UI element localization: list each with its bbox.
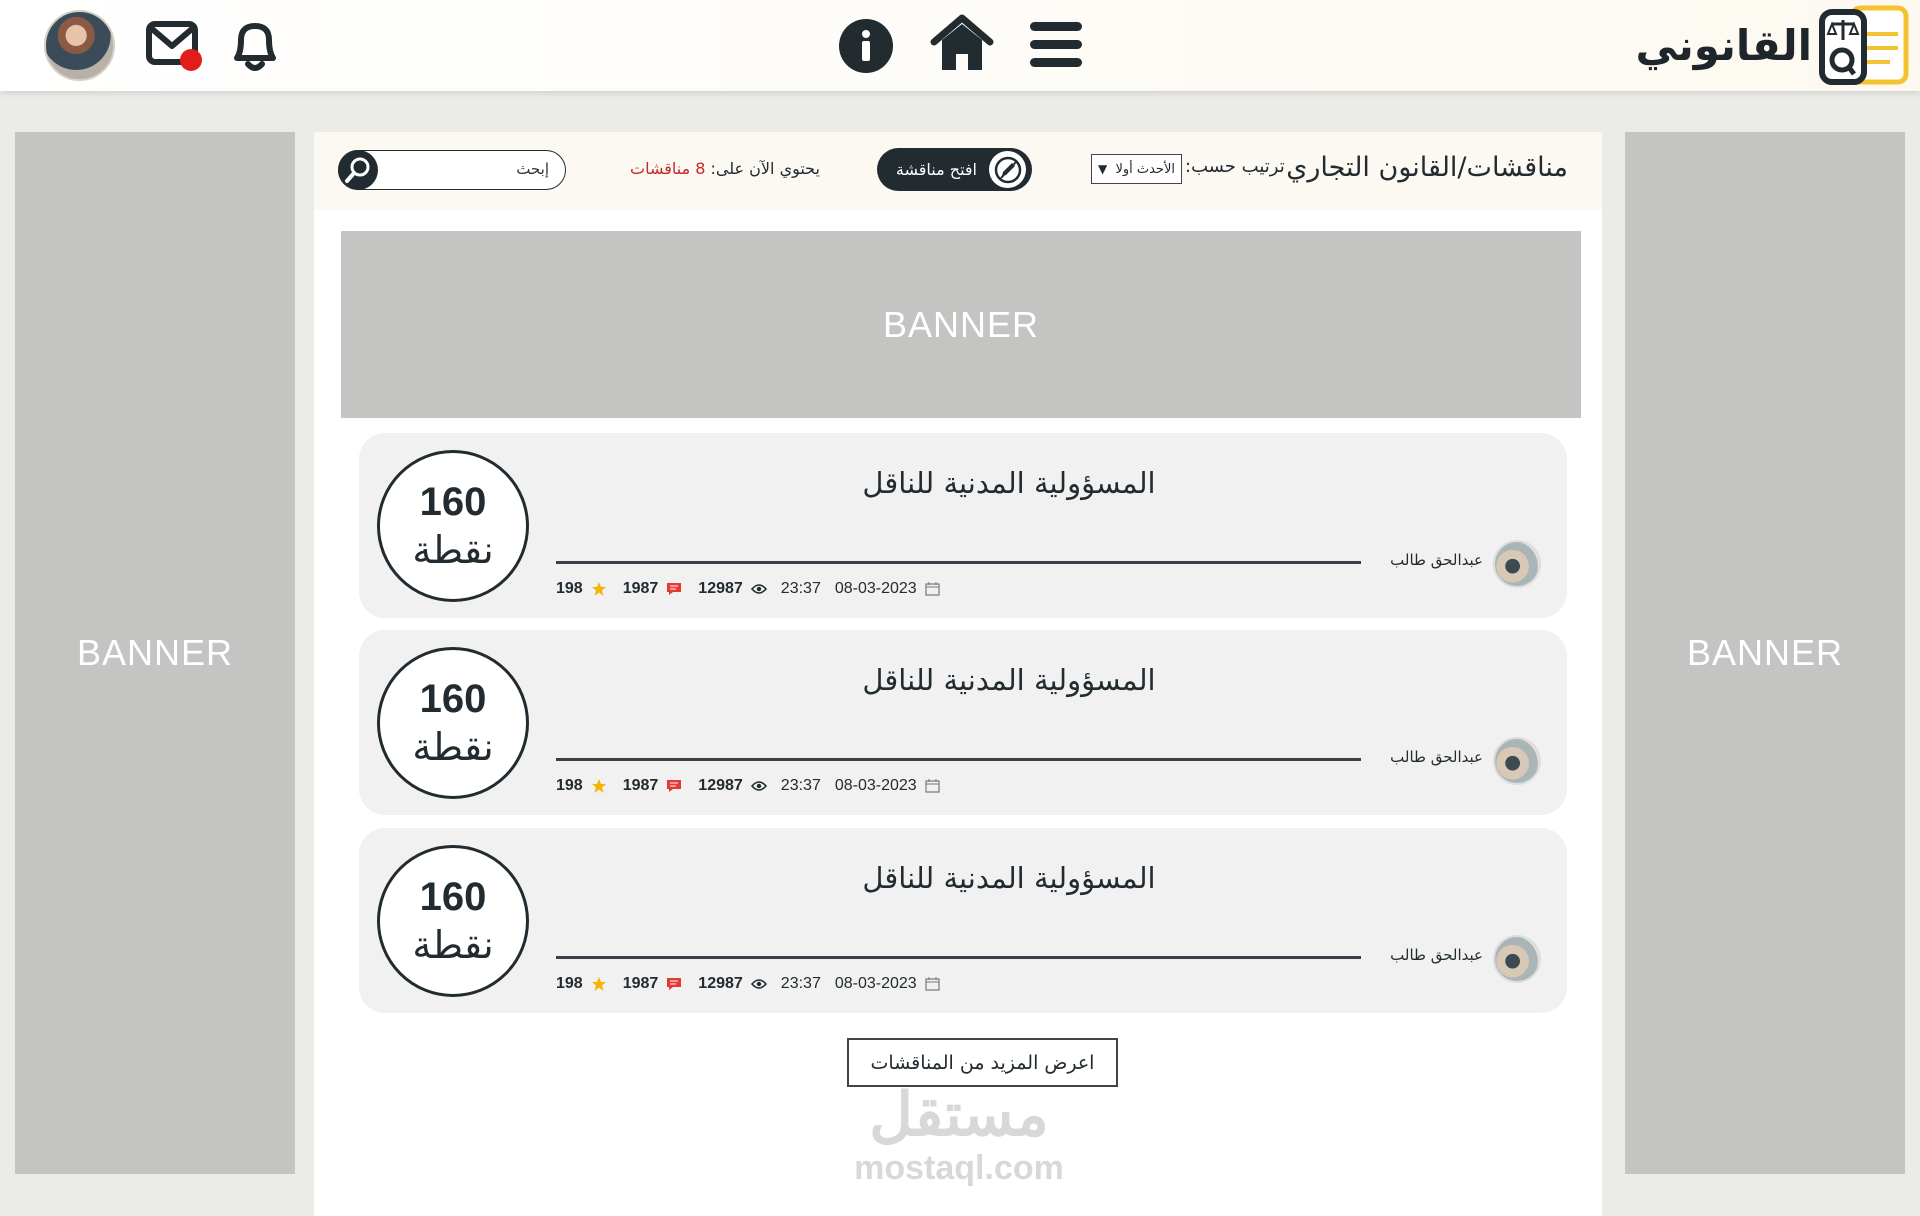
author-name[interactable]: عبدالحق طالب — [1383, 946, 1483, 964]
views: 12987 — [698, 580, 767, 598]
mail-icon[interactable] — [145, 18, 205, 74]
author-avatar[interactable] — [1493, 935, 1541, 983]
date-value: 08-03-2023 — [834, 975, 917, 992]
calendar-icon — [925, 582, 940, 596]
search-icon[interactable] — [338, 150, 378, 190]
discussion-card[interactable]: 160 نقطة المسؤولية المدنية للناقل عبدالح… — [359, 433, 1567, 618]
comment-icon — [667, 583, 682, 595]
left-banner[interactable]: BANNER — [15, 132, 295, 1174]
points-value: 160 — [419, 480, 487, 524]
open-discussion-label: افتح مناقشة — [895, 160, 977, 179]
divider — [556, 561, 1361, 564]
calendar-icon — [925, 977, 940, 991]
points-badge: 160 نقطة — [377, 450, 529, 602]
points-badge: 160 نقطة — [377, 647, 529, 799]
discussion-count: يحتوي الآن على: 8 مناقشات — [630, 159, 830, 178]
time: 23:37 — [780, 975, 821, 992]
comment-icon — [667, 978, 682, 990]
comments-value: 1987 — [622, 580, 659, 597]
star-icon — [591, 977, 606, 991]
rating: 198 — [556, 580, 607, 598]
author-name[interactable]: عبدالحق طالب — [1383, 551, 1483, 569]
time: 23:37 — [780, 777, 821, 794]
discussion-title[interactable]: المسؤولية المدنية للناقل — [659, 466, 1359, 500]
comments-value: 1987 — [622, 975, 659, 992]
rating-value: 198 — [556, 580, 583, 597]
discussion-meta: 198 1987 12987 23:37 08-03-2023 — [556, 579, 940, 599]
bell-icon[interactable] — [225, 18, 285, 74]
views-value: 12987 — [698, 777, 743, 794]
count-prefix: يحتوي الآن على: — [710, 159, 820, 178]
views: 12987 — [698, 777, 767, 795]
points-unit: نقطة — [412, 725, 494, 769]
sort-selected-value: الأحدث أولا — [1115, 161, 1175, 177]
divider — [556, 758, 1361, 761]
calendar-icon — [925, 779, 940, 793]
sort-label: ترتيب حسب: — [1185, 156, 1285, 177]
date: 08-03-2023 — [835, 975, 940, 993]
rating-value: 198 — [556, 777, 583, 794]
time: 23:37 — [780, 580, 821, 597]
page-title: مناقشات/القانون التجاري — [1286, 152, 1568, 183]
comments: 1987 — [623, 580, 683, 598]
discussion-toolbar: مناقشات/القانون التجاري ترتيب حسب: الأحد… — [314, 132, 1602, 210]
divider — [556, 956, 1361, 959]
caret-down-icon: ▼ — [1098, 162, 1108, 176]
comments: 1987 — [623, 777, 683, 795]
date: 08-03-2023 — [835, 580, 940, 598]
date-value: 08-03-2023 — [834, 580, 917, 597]
rating: 198 — [556, 777, 607, 795]
eye-icon — [750, 979, 767, 989]
open-discussion-button[interactable]: افتح مناقشة — [877, 148, 1032, 191]
rating: 198 — [556, 975, 607, 993]
author-avatar[interactable] — [1493, 737, 1541, 785]
right-banner[interactable]: BANNER — [1625, 132, 1905, 1174]
watermark-arabic: مستقل — [869, 1081, 1049, 1148]
top-banner[interactable]: BANNER — [341, 231, 1581, 418]
author-avatar[interactable] — [1493, 540, 1541, 588]
comments-value: 1987 — [622, 777, 659, 794]
eye-icon — [750, 781, 767, 791]
count-value: 8 مناقشات — [630, 159, 706, 178]
site-logo[interactable]: القانوني — [1635, 4, 1910, 86]
date: 08-03-2023 — [835, 777, 940, 795]
discussion-title[interactable]: المسؤولية المدنية للناقل — [659, 861, 1359, 895]
views-value: 12987 — [698, 975, 743, 992]
top-header: القانوني — [0, 0, 1920, 91]
pen-icon — [989, 151, 1026, 188]
info-icon[interactable] — [838, 18, 894, 74]
views-value: 12987 — [698, 580, 743, 597]
search-input[interactable]: إبحث — [338, 150, 566, 190]
points-unit: نقطة — [412, 528, 494, 572]
discussion-card[interactable]: 160 نقطة المسؤولية المدنية للناقل عبدالح… — [359, 828, 1567, 1013]
discussion-card[interactable]: 160 نقطة المسؤولية المدنية للناقل عبدالح… — [359, 630, 1567, 815]
logo-text: القانوني — [1635, 20, 1812, 70]
menu-icon[interactable] — [1028, 18, 1084, 72]
views: 12987 — [698, 975, 767, 993]
home-icon[interactable] — [930, 12, 994, 74]
points-unit: نقطة — [412, 923, 494, 967]
points-badge: 160 نقطة — [377, 845, 529, 997]
scales-document-icon — [1819, 5, 1909, 85]
search-placeholder: إبحث — [516, 160, 549, 178]
watermark-latin: mostaql.com — [854, 1149, 1064, 1187]
comment-icon — [667, 780, 682, 792]
author-name[interactable]: عبدالحق طالب — [1383, 748, 1483, 766]
eye-icon — [750, 584, 767, 594]
watermark: مستقل mostaql.com — [844, 1080, 1074, 1186]
main-content: مناقشات/القانون التجاري ترتيب حسب: الأحد… — [314, 132, 1602, 1216]
points-value: 160 — [419, 677, 487, 721]
comments: 1987 — [623, 975, 683, 993]
discussion-title[interactable]: المسؤولية المدنية للناقل — [659, 663, 1359, 697]
discussion-meta: 198 1987 12987 23:37 08-03-2023 — [556, 974, 940, 994]
star-icon — [591, 779, 606, 793]
discussion-meta: 198 1987 12987 23:37 08-03-2023 — [556, 776, 940, 796]
date-value: 08-03-2023 — [834, 777, 917, 794]
sort-select[interactable]: الأحدث أولا ▼ — [1091, 154, 1182, 184]
user-avatar[interactable] — [44, 10, 115, 81]
star-icon — [591, 582, 606, 596]
rating-value: 198 — [556, 975, 583, 992]
points-value: 160 — [419, 875, 487, 919]
